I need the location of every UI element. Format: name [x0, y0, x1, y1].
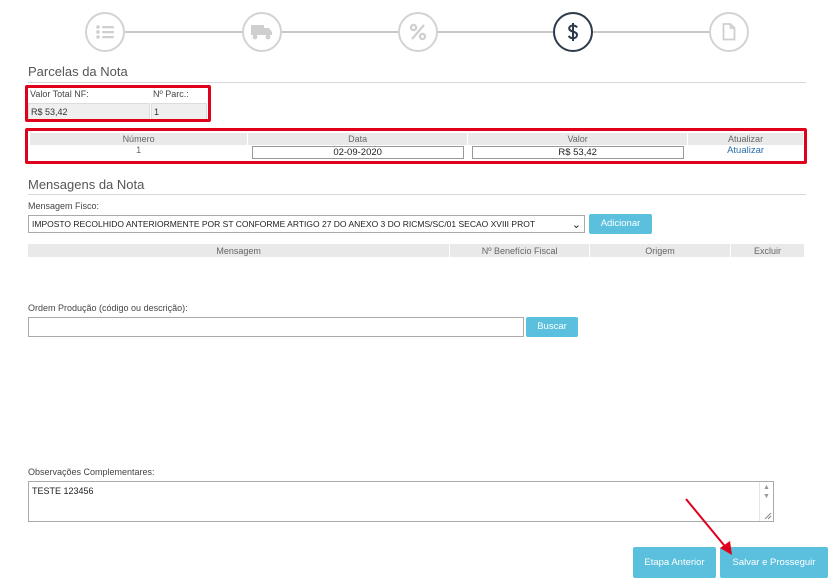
truck-icon	[251, 25, 272, 40]
mensagem-fisco-select[interactable]: IMPOSTO RECOLHIDO ANTERIORMENTE POR ST C…	[28, 215, 585, 233]
highlight-box	[25, 128, 807, 164]
step-connector	[593, 31, 709, 33]
mensagens-title: Mensagens da Nota	[28, 177, 145, 192]
annotation-arrow-icon	[685, 498, 732, 555]
col-excluir: Excluir	[730, 244, 805, 257]
col-origem: Origem	[589, 244, 732, 257]
step-items[interactable]	[85, 12, 125, 52]
document-icon	[722, 23, 736, 41]
adicionar-button[interactable]: Adicionar	[589, 214, 652, 234]
list-icon	[96, 25, 114, 39]
ordem-producao-input[interactable]	[28, 317, 524, 337]
observacoes-label: Observações Complementares:	[28, 467, 155, 477]
buscar-button[interactable]: Buscar	[526, 317, 578, 337]
observacoes-textarea[interactable]: TESTE 123456 ▲ ▼	[28, 481, 774, 522]
step-connector	[125, 31, 242, 33]
wizard-stepper	[0, 0, 831, 60]
percent-icon	[409, 23, 427, 41]
table-header: Mensagem Nº Benefício Fiscal Origem Excl…	[28, 244, 805, 257]
divider	[28, 194, 806, 195]
step-connector	[282, 31, 398, 33]
step-connector	[438, 31, 553, 33]
scroll-up-icon[interactable]: ▲	[763, 484, 770, 491]
step-transport[interactable]	[242, 12, 282, 52]
step-taxes[interactable]	[398, 12, 438, 52]
chevron-down-icon: ⌄	[571, 219, 581, 231]
step-payment[interactable]	[553, 12, 593, 52]
observacoes-value: TESTE 123456	[32, 486, 94, 496]
highlight-box	[25, 85, 211, 122]
ordem-producao-label: Ordem Produção (código ou descrição):	[28, 303, 188, 313]
resize-grip-icon[interactable]	[763, 511, 772, 520]
divider	[28, 82, 806, 83]
mensagens-table: Mensagem Nº Benefício Fiscal Origem Excl…	[28, 244, 805, 257]
parcelas-title: Parcelas da Nota	[28, 64, 128, 79]
step-finish[interactable]	[709, 12, 749, 52]
col-mensagem: Mensagem	[28, 244, 451, 257]
mensagem-fisco-value: IMPOSTO RECOLHIDO ANTERIORMENTE POR ST C…	[32, 219, 536, 229]
scroll-down-icon[interactable]: ▼	[763, 493, 770, 500]
col-beneficio: Nº Benefício Fiscal	[449, 244, 591, 257]
dollar-icon	[567, 23, 579, 41]
mensagem-fisco-label: Mensagem Fisco:	[28, 201, 100, 211]
